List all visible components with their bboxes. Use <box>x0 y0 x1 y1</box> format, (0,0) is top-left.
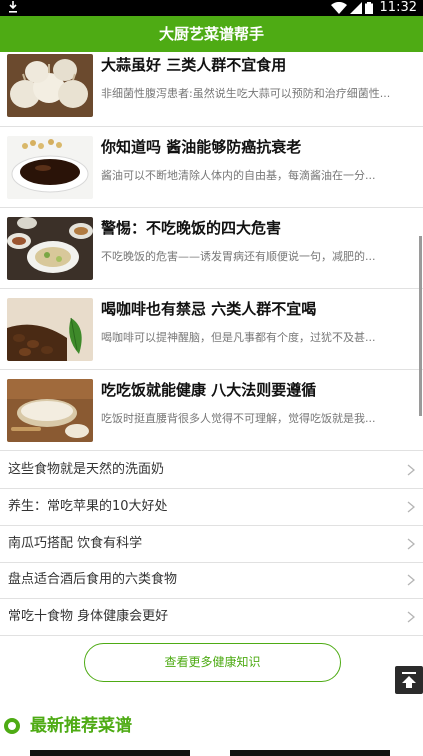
list-item-label: 盘点适合酒后食用的六类食物 <box>8 572 178 587</box>
article-title: 你知道吗 酱油能够防癌抗衰老 <box>101 138 302 156</box>
list-item-label: 这些食物就是天然的洗面奶 <box>8 462 165 477</box>
list-item[interactable]: 养生：常吃苹果的10大好处 <box>0 489 423 526</box>
back-to-top-button[interactable] <box>395 666 423 694</box>
chevron-right-icon <box>407 611 415 623</box>
section-header: 最新推荐菜谱 <box>0 708 423 744</box>
article-card[interactable]: 大蒜虽好 三类人群不宜食用 非细菌性腹泻患者:虽然说生吃大蒜可以预防和治疗细菌性… <box>0 46 423 127</box>
article-card[interactable]: 吃吃饭就能健康 八大法则要遵循 吃饭时挺直腰背很多人觉得不可理解，觉得吃饭就是我… <box>0 370 423 451</box>
chevron-right-icon <box>407 501 415 513</box>
article-thumbnail-soy-sauce <box>7 136 93 199</box>
recipe-card-peek[interactable] <box>230 750 390 756</box>
battery-icon <box>365 2 373 14</box>
list-item[interactable]: 盘点适合酒后食用的六类食物 <box>0 562 423 599</box>
status-bar: 11:32 <box>0 0 423 16</box>
section-bullet-icon <box>4 718 20 734</box>
article-thumbnail-rice <box>7 379 93 442</box>
list-item[interactable]: 这些食物就是天然的洗面奶 <box>0 452 423 489</box>
article-thumbnail-garlic <box>7 54 93 117</box>
list-item-label: 常吃十食物 身体健康会更好 <box>8 609 169 624</box>
list-item-label: 养生：常吃苹果的10大好处 <box>8 499 168 514</box>
chevron-right-icon <box>407 574 415 586</box>
list-item[interactable]: 常吃十食物 身体健康会更好 <box>0 599 423 636</box>
signal-icon <box>350 2 362 14</box>
back-to-top-icon <box>402 672 416 688</box>
article-thumbnail-coffee-beans <box>7 298 93 361</box>
article-title: 大蒜虽好 三类人群不宜食用 <box>101 56 287 74</box>
article-description: 不吃晚饭的危害——诱发胃病还有顺便说一句，减肥的... <box>101 250 376 263</box>
article-card[interactable]: 警惕：不吃晚饭的四大危害 不吃晚饭的危害——诱发胃病还有顺便说一句，减肥的... <box>0 208 423 289</box>
recipe-card-peek[interactable] <box>30 750 190 756</box>
clock: 11:32 <box>379 0 417 15</box>
article-description: 喝咖啡可以提神醒脑，但是凡事都有个度，过犹不及甚... <box>101 331 376 344</box>
article-title: 喝咖啡也有禁忌 六类人群不宜喝 <box>101 300 317 318</box>
chevron-right-icon <box>407 464 415 476</box>
scrollbar[interactable] <box>419 236 422 416</box>
more-health-knowledge-button[interactable]: 查看更多健康知识 <box>84 643 341 682</box>
article-card[interactable]: 你知道吗 酱油能够防癌抗衰老 酱油可以不断地清除人体内的自由基，每滴酱油在一分.… <box>0 127 423 208</box>
article-title: 警惕：不吃晚饭的四大危害 <box>101 219 282 237</box>
chevron-right-icon <box>407 538 415 550</box>
article-title: 吃吃饭就能健康 八大法则要遵循 <box>101 381 317 399</box>
article-description: 非细菌性腹泻患者:虽然说生吃大蒜可以预防和治疗细菌性... <box>101 87 391 100</box>
article-description: 吃饭时挺直腰背很多人觉得不可理解，觉得吃饭就是我... <box>101 412 376 425</box>
list-item-label: 南瓜巧搭配 饮食有科学 <box>8 536 143 551</box>
list-item[interactable]: 南瓜巧搭配 饮食有科学 <box>0 526 423 563</box>
page-title: 大厨艺菜谱帮手 <box>158 25 264 43</box>
article-description: 酱油可以不断地清除人体内的自由基，每滴酱油在一分... <box>101 169 376 182</box>
article-card[interactable]: 喝咖啡也有禁忌 六类人群不宜喝 喝咖啡可以提神醒脑，但是凡事都有个度，过犹不及甚… <box>0 289 423 370</box>
section-title: 最新推荐菜谱 <box>30 716 132 736</box>
wifi-icon <box>331 2 347 14</box>
article-thumbnail-dinner-table <box>7 217 93 280</box>
